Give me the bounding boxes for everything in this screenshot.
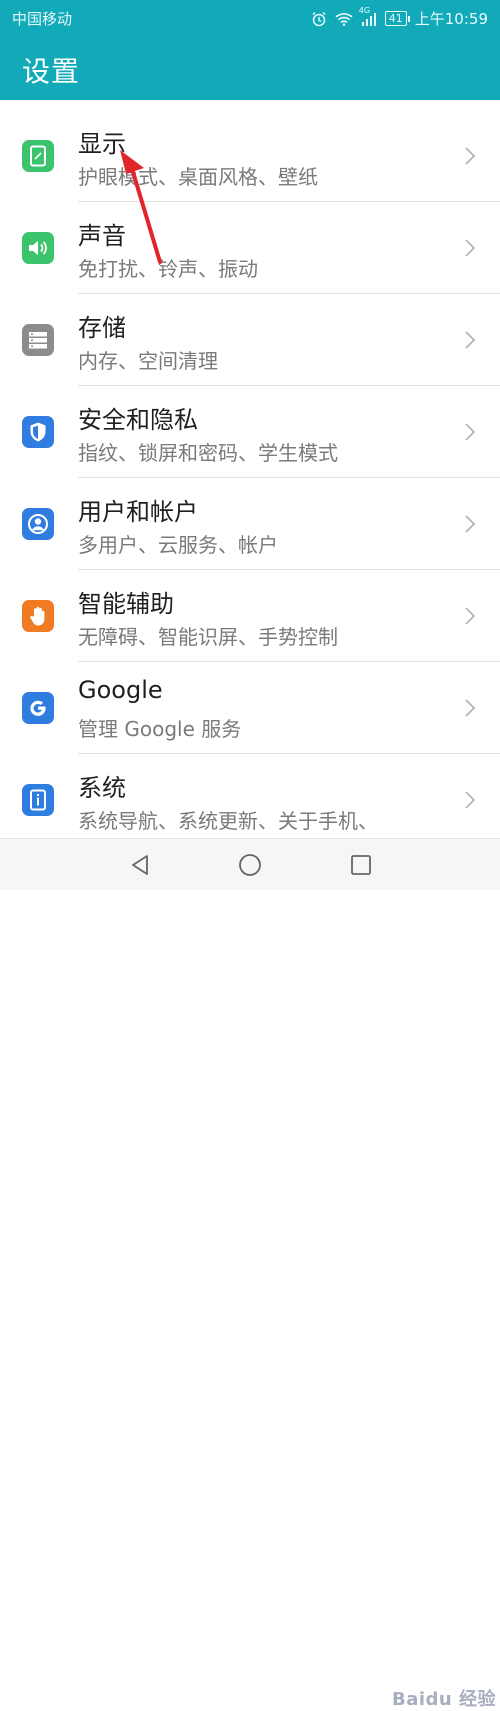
navigation-bar: Baidu 经验 xyxy=(0,838,500,1710)
settings-item-users-accounts[interactable]: 用户和帐户 多用户、云服务、帐户 xyxy=(0,478,500,570)
chevron-right-icon xyxy=(464,146,476,170)
settings-list: 显示 护眼模式、桌面风格、壁纸 声音 免打扰、铃声、振动 存储 内存、空间清理 … xyxy=(0,110,500,846)
chevron-right-icon xyxy=(464,698,476,722)
signal-icon: 4G xyxy=(359,6,377,26)
chevron-right-icon xyxy=(464,606,476,630)
back-icon[interactable] xyxy=(126,851,154,879)
settings-item-subtitle: 免打扰、铃声、振动 xyxy=(78,257,258,281)
settings-item-title: 用户和帐户 xyxy=(78,498,198,526)
settings-item-subtitle: 管理 Google 服务 xyxy=(78,717,242,741)
settings-item-title: Google xyxy=(78,676,163,704)
home-icon[interactable] xyxy=(236,851,264,879)
chevron-right-icon xyxy=(464,238,476,262)
settings-item-subtitle: 无障碍、智能识屏、手势控制 xyxy=(78,625,338,649)
settings-item-title: 系统 xyxy=(78,774,126,802)
chevron-right-icon xyxy=(464,330,476,354)
chevron-right-icon xyxy=(464,790,476,814)
settings-item-title: 智能辅助 xyxy=(78,590,174,618)
settings-item-storage[interactable]: 存储 内存、空间清理 xyxy=(0,294,500,386)
status-bar: 中国移动 4G 41 上午10:59 xyxy=(0,0,500,36)
settings-item-subtitle: 护眼模式、桌面风格、壁纸 xyxy=(78,165,318,189)
storage-icon xyxy=(22,324,54,356)
hand-icon xyxy=(22,600,54,632)
settings-item-display[interactable]: 显示 护眼模式、桌面风格、壁纸 xyxy=(0,110,500,202)
info-icon xyxy=(22,784,54,816)
settings-item-sound[interactable]: 声音 免打扰、铃声、振动 xyxy=(0,202,500,294)
clock: 上午10:59 xyxy=(414,10,488,28)
watermark: Baidu 经验 xyxy=(391,1689,496,1710)
carrier-name: 中国移动 xyxy=(12,10,73,28)
wifi-icon xyxy=(335,12,353,26)
settings-item-title: 声音 xyxy=(78,222,126,250)
settings-item-system[interactable]: 系统 系统导航、系统更新、关于手机、 xyxy=(0,754,500,846)
status-icons: 4G 41 上午10:59 xyxy=(311,6,488,29)
settings-item-security-privacy[interactable]: 安全和隐私 指纹、锁屏和密码、学生模式 xyxy=(0,386,500,478)
settings-item-title: 显示 xyxy=(78,130,126,158)
google-icon xyxy=(22,692,54,724)
user-icon xyxy=(22,508,54,540)
display-icon xyxy=(22,140,54,172)
settings-item-subtitle: 系统导航、系统更新、关于手机、 xyxy=(78,809,378,833)
chevron-right-icon xyxy=(464,422,476,446)
settings-item-subtitle: 多用户、云服务、帐户 xyxy=(78,533,278,557)
battery-indicator: 41 xyxy=(384,11,410,26)
settings-item-title: 存储 xyxy=(78,314,126,342)
settings-item-subtitle: 指纹、锁屏和密码、学生模式 xyxy=(78,441,338,465)
recents-icon[interactable] xyxy=(347,851,375,879)
shield-icon xyxy=(22,416,54,448)
network-badge: 4G xyxy=(358,5,371,15)
settings-item-smart-assistance[interactable]: 智能辅助 无障碍、智能识屏、手势控制 xyxy=(0,570,500,662)
speaker-icon xyxy=(22,232,54,264)
settings-item-google[interactable]: Google 管理 Google 服务 xyxy=(0,662,500,754)
page-title: 设置 xyxy=(22,55,81,88)
alarm-icon xyxy=(311,11,327,27)
settings-item-subtitle: 内存、空间清理 xyxy=(78,349,218,373)
chevron-right-icon xyxy=(464,514,476,538)
app-header: 设置 xyxy=(0,36,500,100)
settings-item-title: 安全和隐私 xyxy=(78,406,198,434)
